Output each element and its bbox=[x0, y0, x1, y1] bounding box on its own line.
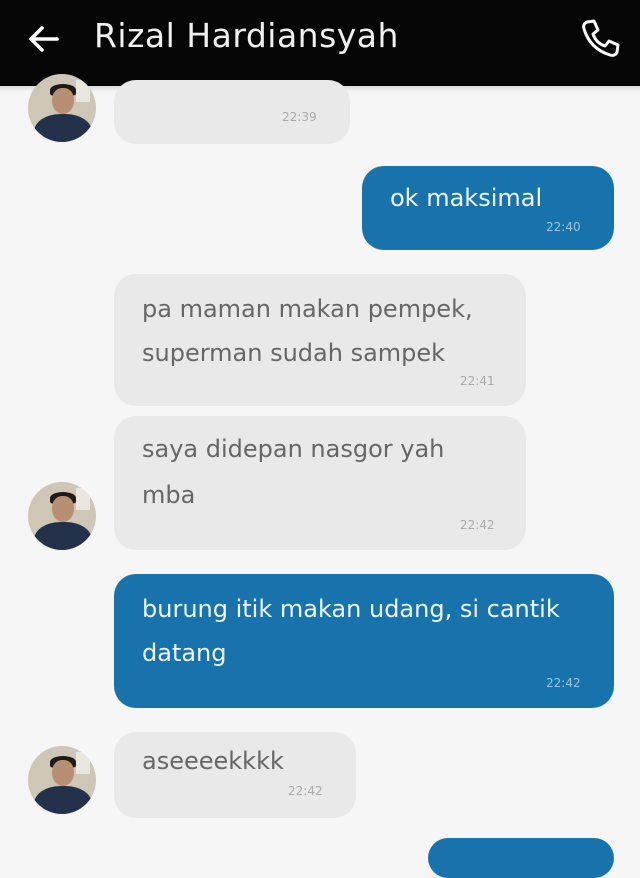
message-time: 22:42 bbox=[546, 676, 581, 690]
message-text: datang bbox=[142, 639, 227, 667]
message-time: 22:39 bbox=[282, 110, 317, 124]
message-text: mba bbox=[142, 481, 196, 509]
message-text: ok maksimal bbox=[390, 184, 543, 212]
avatar[interactable] bbox=[28, 746, 96, 814]
phone-icon[interactable] bbox=[578, 16, 622, 60]
message-time: 22:41 bbox=[460, 374, 495, 388]
incoming-message-bubble[interactable]: 22:39 bbox=[114, 80, 350, 144]
incoming-message-bubble[interactable]: saya didepan nasgor yah mba 22:42 bbox=[114, 416, 526, 550]
incoming-message-bubble[interactable]: aseeeekkkk 22:42 bbox=[114, 732, 356, 818]
message-text: superman sudah sampek bbox=[142, 339, 446, 367]
message-text: aseeeekkkk bbox=[142, 747, 284, 775]
message-text: pa maman makan pempek, bbox=[142, 295, 473, 323]
incoming-message-bubble[interactable]: pa maman makan pempek, superman sudah sa… bbox=[114, 274, 526, 406]
message-time: 22:42 bbox=[460, 518, 495, 532]
arrow-left-icon[interactable] bbox=[26, 21, 62, 57]
app-header: Rizal Hardiansyah bbox=[0, 0, 640, 86]
outgoing-message-bubble[interactable]: ok maksimal 22:40 bbox=[362, 166, 614, 250]
message-time: 22:40 bbox=[546, 220, 581, 234]
contact-name[interactable]: Rizal Hardiansyah bbox=[94, 14, 399, 58]
message-text: saya didepan nasgor yah bbox=[142, 435, 445, 463]
outgoing-message-bubble[interactable]: burung itik makan udang, si cantik datan… bbox=[114, 574, 614, 708]
message-text: burung itik makan udang, si cantik bbox=[142, 595, 560, 623]
avatar[interactable] bbox=[28, 482, 96, 550]
message-time: 22:42 bbox=[288, 784, 323, 798]
avatar[interactable] bbox=[28, 74, 96, 142]
outgoing-message-bubble[interactable] bbox=[428, 838, 614, 878]
